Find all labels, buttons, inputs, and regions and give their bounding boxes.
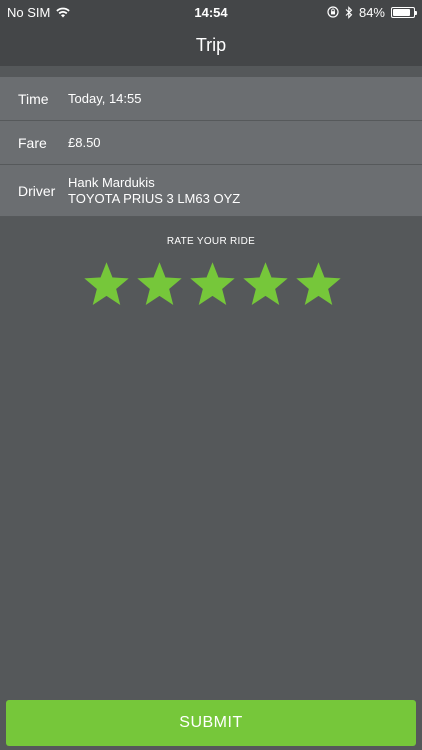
battery-percent: 84% (358, 4, 385, 20)
battery-icon (391, 6, 417, 18)
star-icon-1[interactable] (84, 262, 129, 307)
fare-label: Fare (18, 134, 47, 151)
navigation-bar: Trip (0, 24, 422, 66)
star-icon-4[interactable] (243, 262, 288, 307)
driver-label: Driver (18, 182, 56, 199)
time-label: Time (18, 90, 49, 107)
time-value: Today, 14:55 (68, 90, 142, 106)
fare-row: Fare £8.50 (0, 121, 422, 165)
driver-vehicle: TOYOTA PRIUS 3 LM63 OYZ (68, 190, 241, 206)
star-icon-5[interactable] (296, 262, 341, 307)
star-icon-2[interactable] (137, 262, 182, 307)
status-left: No SIM (7, 5, 147, 20)
submit-button[interactable]: SUBMIT (6, 700, 416, 746)
status-right: 84% (327, 4, 417, 20)
driver-row: Driver Hank Mardukis TOYOTA PRIUS 3 LM63… (0, 165, 422, 217)
trip-details-list: Time Today, 14:55 Fare £8.50 Driver Hank… (0, 77, 422, 217)
fare-value: £8.50 (68, 134, 101, 150)
star-icon-3[interactable] (190, 262, 235, 307)
driver-info: Hank Mardukis TOYOTA PRIUS 3 LM63 OYZ (68, 175, 240, 207)
battery-level-fill (393, 8, 410, 16)
status-bar: No SIM 14:54 84% (0, 0, 422, 24)
wifi-icon (56, 7, 71, 17)
orientation-lock-icon (327, 6, 339, 18)
bluetooth-icon (345, 5, 353, 19)
driver-name: Hank Mardukis (68, 174, 155, 190)
page-title: Trip (195, 34, 227, 55)
carrier-label: No SIM (7, 4, 51, 20)
app-screen: No SIM 14:54 84% Trip Time Today, 14:55 … (0, 0, 422, 750)
time-row: Time Today, 14:55 (0, 77, 422, 121)
rate-your-ride-label: RATE YOUR RIDE (166, 236, 256, 247)
star-rating (84, 262, 341, 307)
